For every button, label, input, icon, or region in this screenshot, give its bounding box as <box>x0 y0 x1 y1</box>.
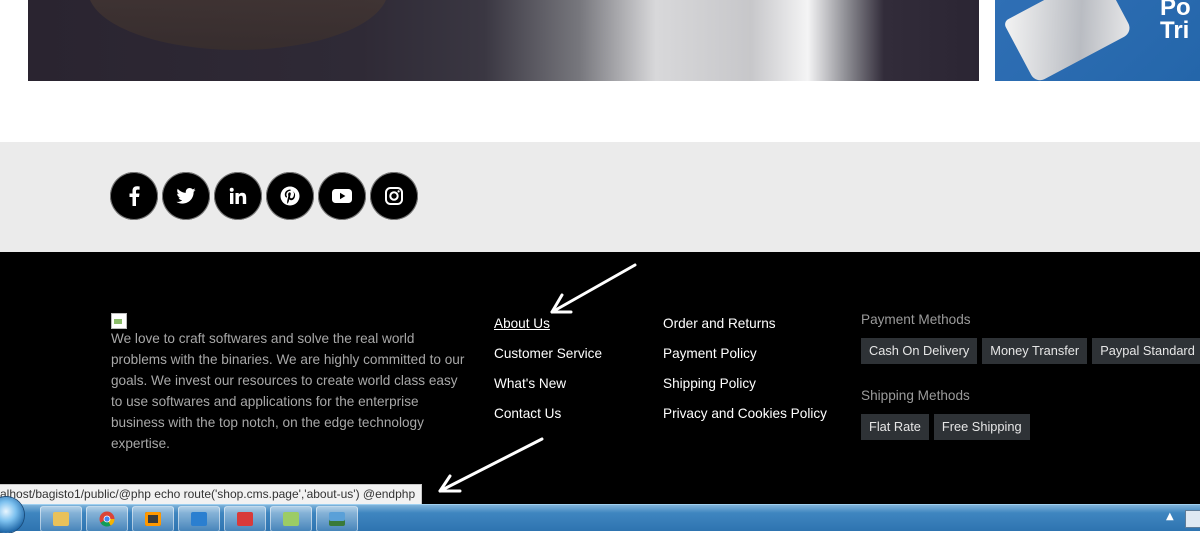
folder-app-icon[interactable] <box>270 506 312 532</box>
app-blue-icon[interactable] <box>178 506 220 532</box>
annotation-arrow-icon <box>550 263 637 314</box>
chrome-icon[interactable] <box>86 506 128 532</box>
pinterest-icon[interactable] <box>266 172 314 220</box>
linkedin-icon[interactable] <box>214 172 262 220</box>
footer-link-whats-new[interactable]: What's New <box>494 374 602 394</box>
tray-expand-icon[interactable]: ▲ <box>1166 511 1174 523</box>
trimmer-image <box>1003 0 1133 81</box>
footer-link-customer-service[interactable]: Customer Service <box>494 344 602 364</box>
payment-method-badge: Cash On Delivery <box>861 338 978 364</box>
footer-links-column-1: About Us Customer Service What's New Con… <box>494 314 602 434</box>
youtube-icon[interactable] <box>318 172 366 220</box>
shipping-methods-heading: Shipping Methods <box>861 388 970 403</box>
payment-method-badge: Money Transfer <box>982 338 1088 364</box>
facebook-icon[interactable] <box>110 172 158 220</box>
payment-methods-section: Payment Methods Cash On Delivery Money T… <box>861 310 1200 364</box>
taskbar-apps <box>40 506 358 532</box>
instagram-icon[interactable] <box>370 172 418 220</box>
footer-links-column-2: Order and Returns Payment Policy Shippin… <box>663 314 827 434</box>
network-app-icon[interactable] <box>316 506 358 532</box>
footer-link-contact-us[interactable]: Contact Us <box>494 404 602 424</box>
footer-link-privacy-cookies[interactable]: Privacy and Cookies Policy <box>663 404 827 424</box>
shipping-methods-section: Shipping Methods Flat Rate Free Shipping <box>861 386 1030 440</box>
hero-banner-image[interactable] <box>28 0 979 81</box>
social-icons-list <box>110 172 418 220</box>
file-explorer-icon[interactable] <box>40 506 82 532</box>
browser-status-url: alhost/bagisto1/public/@php echo route('… <box>0 484 423 505</box>
app-red-icon[interactable] <box>224 506 266 532</box>
payment-method-badge: Paypal Standard <box>1092 338 1200 364</box>
twitter-icon[interactable] <box>162 172 210 220</box>
promo-banner-text: Po Tri <box>1160 0 1191 44</box>
social-links-bar <box>0 142 1200 252</box>
sublime-text-icon[interactable] <box>132 506 174 532</box>
banner-product-shape <box>88 0 388 50</box>
promo-banner-image[interactable]: Po Tri <box>995 0 1200 81</box>
footer-about-text: We love to craft softwares and solve the… <box>111 331 465 451</box>
footer-link-payment-policy[interactable]: Payment Policy <box>663 344 827 364</box>
tray-app-icon[interactable] <box>1185 510 1200 528</box>
footer-logo-broken-image-icon[interactable] <box>111 313 127 329</box>
footer-link-order-returns[interactable]: Order and Returns <box>663 314 827 334</box>
annotation-arrow-icon <box>438 437 544 493</box>
windows-taskbar: ▲ <box>0 497 1200 533</box>
footer-link-shipping-policy[interactable]: Shipping Policy <box>663 374 827 394</box>
shipping-method-badge: Flat Rate <box>861 414 929 440</box>
payment-methods-heading: Payment Methods <box>861 312 971 327</box>
shipping-methods-list: Flat Rate Free Shipping <box>861 414 1030 440</box>
payment-methods-list: Cash On Delivery Money Transfer Paypal S… <box>861 338 1200 364</box>
shipping-method-badge: Free Shipping <box>933 414 1030 440</box>
